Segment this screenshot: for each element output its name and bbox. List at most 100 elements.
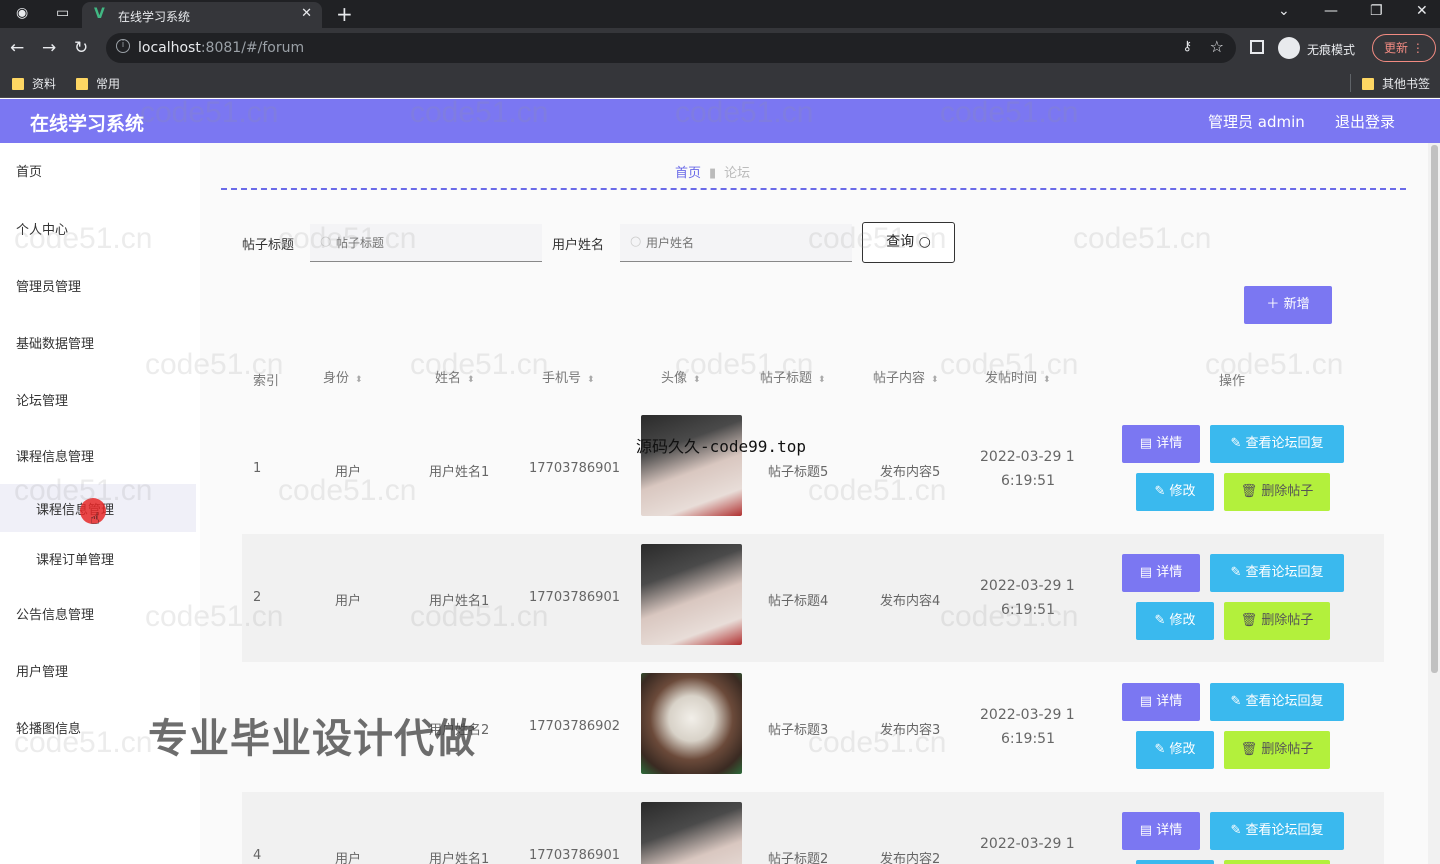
new-tab-button[interactable]: + [336,2,353,26]
cell-index: 4 [253,848,262,863]
sidebar-subitem-course-orders[interactable]: 课程订单管理 [36,549,114,568]
cell-time-line1: 2022-03-29 1 [980,449,1075,465]
cell-name: 用户姓名1 [429,852,490,864]
view-replies-button[interactable]: ✎ 查看论坛回复 [1210,425,1344,463]
watermark: code51.cn [940,348,1079,381]
browser-menu-icon[interactable]: ◉ [16,5,28,21]
edit-button[interactable]: ✎ 修改 [1136,731,1214,769]
site-info-icon[interactable]: i [116,39,130,53]
browser-tab[interactable]: V 在线学习系统 ✕ [82,2,322,28]
detail-button[interactable]: ▤ 详情 [1122,683,1200,721]
view-replies-button[interactable]: ✎ 查看论坛回复 [1210,812,1344,850]
logout-link[interactable]: 退出登录 [1335,111,1395,132]
detail-button[interactable]: ▤ 详情 [1122,425,1200,463]
delete-post-button[interactable]: 🗑 删除帖子 [1224,473,1330,511]
cell-index: 1 [253,461,262,476]
breadcrumb-separator-icon: ▮ [709,166,717,181]
password-key-icon[interactable]: ⚷ [1182,39,1192,54]
sidebar-item-courses[interactable]: 课程信息管理 [16,446,94,465]
avatar-image [641,544,742,645]
folder-icon [12,78,24,90]
promo-overlay-text: 专业毕业设计代做 [148,716,476,762]
bookmark-star-icon[interactable]: ☆ [1210,37,1224,56]
breadcrumb-home[interactable]: 首页 [675,166,701,181]
cell-time-line1: 2022-03-29 1 [980,707,1075,723]
sidebar-item-forum[interactable]: 论坛管理 [16,390,68,409]
table-header-phone[interactable]: 手机号 ⬍ [542,367,595,386]
bookmark-separator [1350,74,1351,92]
tab-title: 在线学习系统 [118,10,191,24]
watermark: code51.cn [1073,222,1212,255]
cell-role: 用户 [335,852,362,864]
edit-button[interactable]: ✎ 修改 [1136,602,1214,640]
app-title: 在线学习系统 [30,113,145,135]
admin-label: 管理员 admin [1208,113,1305,131]
sidebar-item-base-data[interactable]: 基础数据管理 [16,333,94,352]
sort-icon: ⬍ [931,375,939,385]
watermark: code51.cn [808,222,947,255]
edit-button[interactable]: ✎ 修改 [1136,473,1214,511]
cell-title: 帖子标题4 [768,594,829,609]
bookmark-folder-ziliao[interactable]: 资料 [12,75,56,92]
edit-button[interactable] [1136,860,1214,864]
sidebar-item-notices[interactable]: 公告信息管理 [16,604,94,623]
url-text: localhost:8081/#/forum [138,40,305,56]
watermark: code51.cn [940,96,1079,129]
browser-toolbar: ← → ↻ i localhost:8081/#/forum ⚷ ☆ 无痕模式 … [0,28,1440,68]
watermark: code51.cn [410,600,549,633]
tab-list-chevron-icon[interactable]: ⌄ [1278,3,1290,19]
watermark: code51.cn [675,348,814,381]
table-row: 1 用户 用户姓名1 17703786901 帖子标题5 发布内容5 2022-… [242,405,1384,533]
avatar-image [641,802,742,864]
delete-post-button[interactable] [1224,860,1330,864]
watermark: code51.cn [14,222,153,255]
delete-post-button[interactable]: 🗑 删除帖子 [1224,731,1330,769]
watermark: code51.cn [410,348,549,381]
avatar-image [641,673,742,774]
forward-icon[interactable]: → [42,38,56,58]
watermark: code51.cn [278,222,417,255]
side-panel-icon[interactable] [1250,40,1264,54]
avatar-image [641,415,742,516]
tab-search-icon[interactable]: ▭ [56,5,69,21]
sort-icon: ⬍ [818,375,826,385]
restore-icon[interactable]: ❐ [1370,3,1383,19]
update-button[interactable]: 更新 ⋮ [1372,34,1436,62]
watermark: code51.cn [145,348,284,381]
table-row: 2 用户 用户姓名1 17703786901 帖子标题4 发布内容4 2022-… [242,534,1384,662]
delete-post-button[interactable]: 🗑 删除帖子 [1224,602,1330,640]
breadcrumb: 首页 ▮ 论坛 [675,162,750,181]
add-button[interactable]: ＋ 新增 [1244,286,1332,324]
cell-phone: 17703786901 [529,848,620,863]
sidebar-item-admins[interactable]: 管理员管理 [16,276,81,295]
watermark: code51.cn [1205,348,1344,381]
bookmark-folder-changyong[interactable]: 常用 [76,75,120,92]
window-close-icon[interactable]: ✕ [1416,3,1428,19]
reload-icon[interactable]: ↻ [74,38,88,58]
view-replies-button[interactable]: ✎ 查看论坛回复 [1210,683,1344,721]
sidebar-item-users[interactable]: 用户管理 [16,661,68,680]
bookmark-folder-other[interactable]: 其他书签 [1362,75,1430,92]
sidebar-item-home[interactable]: 首页 [16,161,42,180]
minimize-icon[interactable]: — [1324,3,1338,19]
table-header-role[interactable]: 身份 ⬍ [323,367,363,386]
view-replies-button[interactable]: ✎ 查看论坛回复 [1210,554,1344,592]
address-bar[interactable]: i localhost:8081/#/forum ⚷ ☆ [106,33,1236,63]
search-icon: ○ [630,234,642,249]
back-icon[interactable]: ← [10,38,24,58]
hand-cursor-icon: ☝ [90,509,100,528]
table-header-content[interactable]: 帖子内容 ⬍ [873,367,939,386]
detail-button[interactable]: ▤ 详情 [1122,812,1200,850]
vue-favicon-icon: V [94,6,105,22]
breadcrumb-current: 论坛 [724,166,751,181]
cell-time-line1: 2022-03-29 1 [980,836,1075,852]
tab-close-icon[interactable]: ✕ [301,6,312,21]
detail-button[interactable]: ▤ 详情 [1122,554,1200,592]
incognito-icon [1278,37,1300,59]
watermark: code51.cn [940,600,1079,633]
cell-role: 用户 [335,594,362,609]
page-scrollbar-thumb[interactable] [1431,145,1438,673]
folder-icon [76,78,88,90]
cell-time-line2: 6:19:51 [1001,473,1055,489]
watermark: code51.cn [808,474,947,507]
